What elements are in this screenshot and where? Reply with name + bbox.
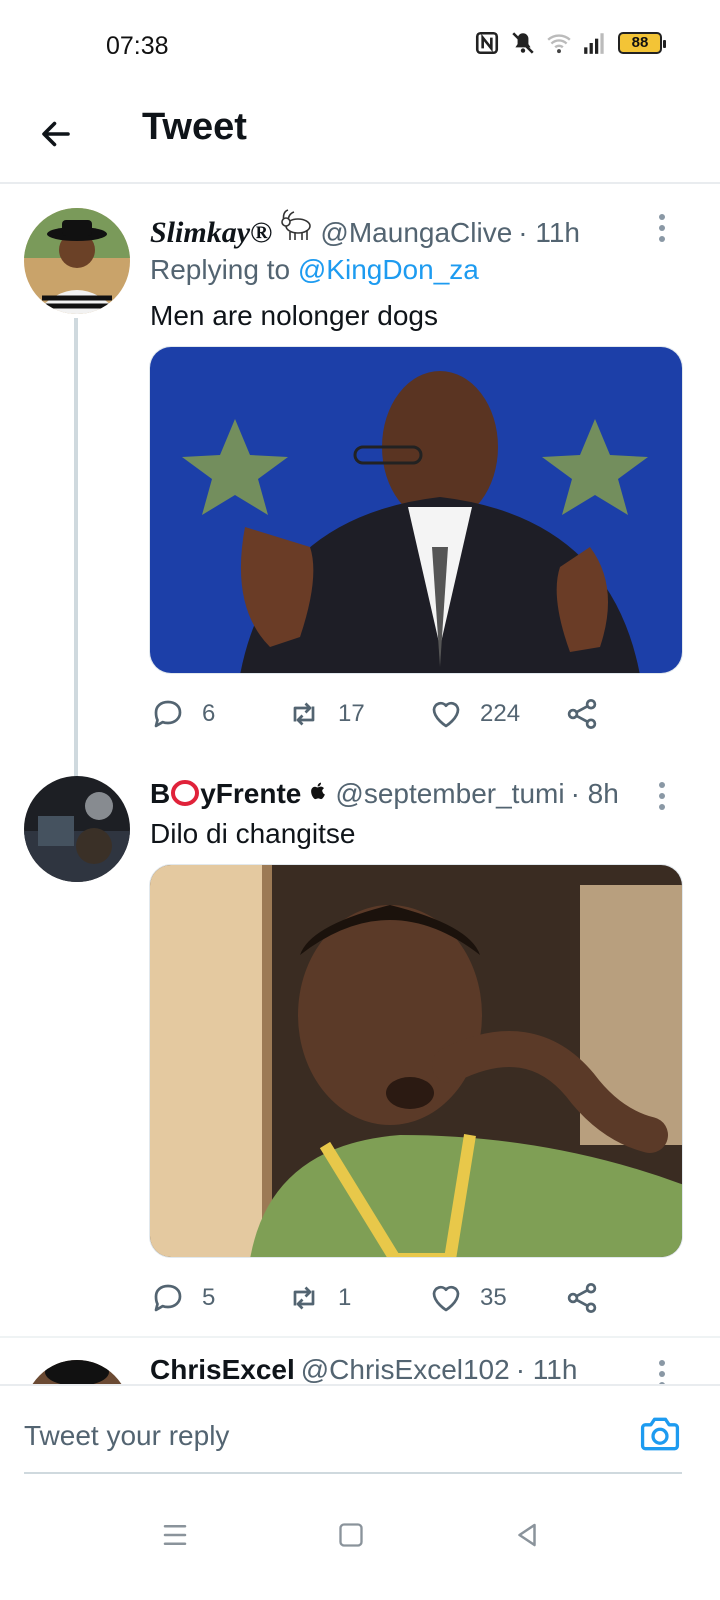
reply-input[interactable] <box>24 1414 614 1458</box>
camera-button[interactable] <box>638 1412 682 1456</box>
tweet-header: ByFrente @september_tumi · 8h <box>150 778 660 810</box>
reply-underline <box>24 1472 682 1474</box>
tweet-media[interactable] <box>149 346 683 674</box>
display-name[interactable]: ByFrente <box>150 778 301 810</box>
retweet-icon <box>293 1286 315 1310</box>
tweet-actions: 6 17 224 <box>150 696 600 736</box>
display-name[interactable]: ChrisExcel <box>150 1354 295 1384</box>
avatar[interactable] <box>24 1360 130 1384</box>
retweet-button[interactable]: 1 <box>286 1280 351 1316</box>
display-name[interactable]: Slimkay® <box>150 216 272 250</box>
tweet-item[interactable]: Slimkay® @MaungaClive · 11h Replying to … <box>0 186 720 778</box>
menu-icon <box>163 1525 187 1545</box>
timestamp: · 11h <box>518 217 581 248</box>
tweet-item[interactable]: ChrisExcel @ChrisExcel102 · 11h <box>0 1340 720 1384</box>
avatar-image <box>24 208 130 314</box>
reply-icon <box>154 1284 182 1312</box>
back-nav-button[interactable] <box>502 1510 552 1560</box>
avatar-image <box>24 1360 130 1384</box>
share-icon <box>567 1283 597 1313</box>
share-icon <box>567 699 597 729</box>
thread-line <box>74 318 78 778</box>
home-square-icon <box>339 1523 363 1547</box>
more-options-button[interactable] <box>652 210 672 246</box>
back-triangle-icon <box>518 1523 536 1547</box>
signal-icon <box>584 33 604 54</box>
home-button[interactable] <box>326 1510 376 1560</box>
status-time: 07:38 <box>106 32 169 60</box>
avatar-image <box>24 776 130 882</box>
like-button[interactable]: 35 <box>428 1280 507 1316</box>
reply-count: 5 <box>202 1284 216 1311</box>
replying-to-prefix: Replying to <box>150 254 291 285</box>
tweet-text: Dilo di changitse <box>150 818 356 849</box>
heart-icon <box>432 701 460 728</box>
media-image <box>150 865 682 1257</box>
silent-icon <box>512 32 534 54</box>
timestamp: · 11h <box>515 1354 578 1384</box>
apple-icon <box>311 782 326 800</box>
recent-apps-button[interactable] <box>150 1510 200 1560</box>
like-count: 35 <box>480 1284 507 1311</box>
nfc-icon <box>475 31 499 55</box>
tweet-media[interactable] <box>149 864 683 1258</box>
red-circle-icon <box>171 780 200 806</box>
mention-link[interactable]: @KingDon_za <box>298 254 479 285</box>
page-title: Tweet <box>142 106 247 148</box>
tweet-item[interactable]: ByFrente @september_tumi · 8h Dilo di ch… <box>0 776 720 1336</box>
like-count: 224 <box>480 700 521 727</box>
handle[interactable]: @ChrisExcel102 <box>301 1354 510 1384</box>
avatar[interactable] <box>24 208 130 314</box>
status-bar: 07:38 88 <box>0 0 720 92</box>
goat-emoji <box>281 209 312 240</box>
system-nav-bar <box>0 1490 720 1600</box>
status-icons: 88 <box>474 30 666 56</box>
timestamp: · 8h <box>570 778 619 809</box>
share-button[interactable] <box>564 696 600 732</box>
retweet-count: 1 <box>338 1284 352 1311</box>
handle[interactable]: @september_tumi <box>335 778 564 810</box>
avatar[interactable] <box>24 776 130 882</box>
reply-button[interactable]: 5 <box>150 1280 215 1316</box>
camera-icon <box>640 1417 680 1451</box>
reply-composer <box>0 1384 720 1490</box>
like-button[interactable]: 224 <box>428 696 520 732</box>
wifi-icon <box>547 34 571 54</box>
battery-indicator: 88 <box>618 32 666 54</box>
retweet-count: 17 <box>338 700 365 727</box>
more-options-button[interactable] <box>652 778 672 814</box>
handle[interactable]: @MaungaClive <box>320 217 512 249</box>
tweet-header: Slimkay® @MaungaClive · 11h <box>150 208 660 250</box>
back-button[interactable] <box>30 108 82 160</box>
replying-to: Replying to @KingDon_za <box>150 254 479 286</box>
retweet-icon <box>293 702 315 726</box>
tweet-text: Men are nolonger dogs <box>150 300 438 331</box>
more-options-button[interactable] <box>652 1356 672 1384</box>
reply-icon <box>154 700 182 728</box>
tweet-header: ChrisExcel @ChrisExcel102 · 11h <box>150 1354 660 1384</box>
media-image <box>150 347 682 673</box>
retweet-button[interactable]: 17 <box>286 696 365 732</box>
share-button[interactable] <box>564 1280 600 1316</box>
arrow-left-icon <box>42 121 70 147</box>
top-app-bar: Tweet <box>0 92 720 184</box>
heart-icon <box>432 1285 460 1312</box>
tweet-actions: 5 1 35 <box>150 1280 600 1320</box>
reply-count: 6 <box>202 700 216 727</box>
display-name-part1: B <box>150 778 171 809</box>
tweet-divider <box>0 1336 720 1338</box>
reply-button[interactable]: 6 <box>150 696 215 732</box>
display-name-part2: yFrente <box>200 778 302 809</box>
